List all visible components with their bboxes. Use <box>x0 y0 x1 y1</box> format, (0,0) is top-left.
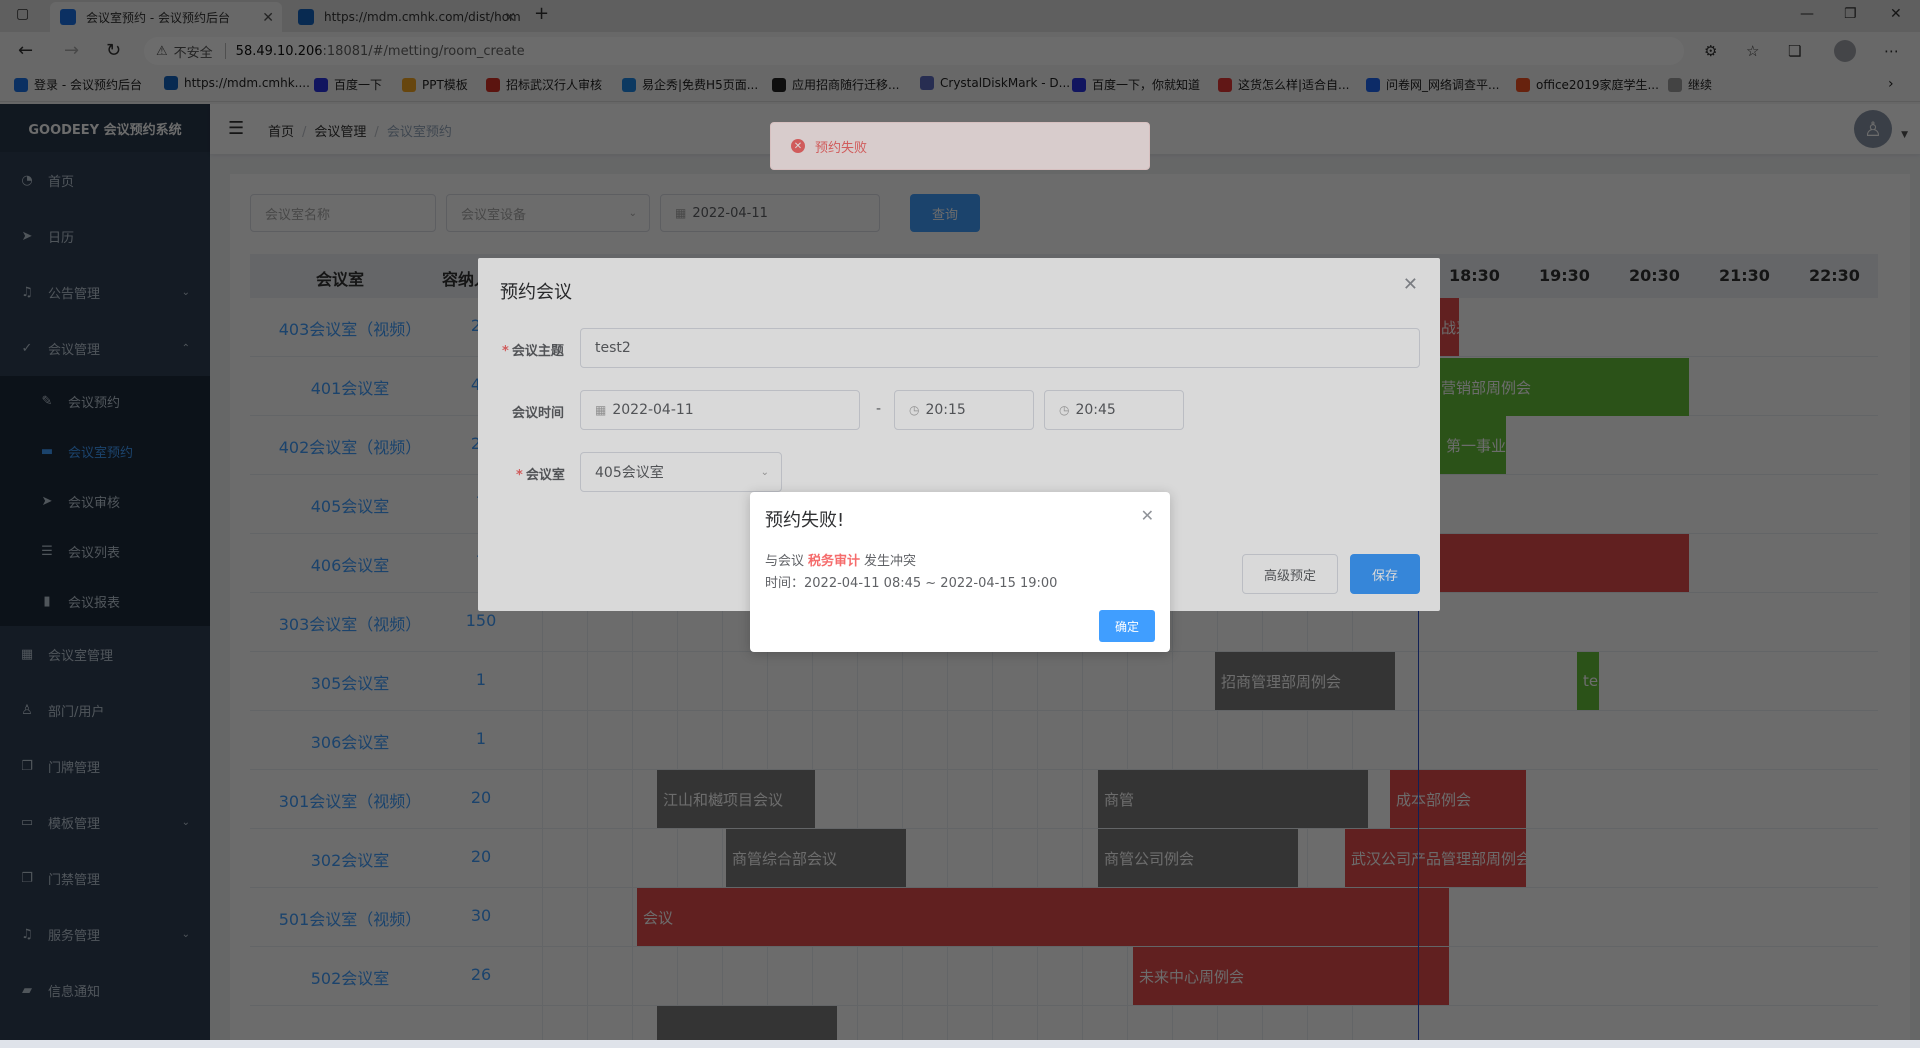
conflict-alert-dialog: 预约失败! ✕ 与会议 税务审计 发生冲突 时间：2022-04-11 08:45 … <box>750 492 1170 652</box>
confirm-button[interactable]: 确定 <box>1099 610 1155 642</box>
alert-title: 预约失败! <box>765 510 845 531</box>
alert-time-text: 时间：2022-04-11 08:45 ~ 2022-04-15 19:00 <box>765 576 1058 591</box>
modal-overlay: 预约会议 ✕ * 会议主题 test2 会议时间 ▦ 2022-04-11 - ◷ 2… <box>0 0 1920 1048</box>
conflict-meeting-name: 税务审计 <box>808 554 861 569</box>
alert-conflict-text: 与会议 税务审计 发生冲突 <box>765 550 916 569</box>
close-icon[interactable]: ✕ <box>1141 506 1154 525</box>
alert-prefix: 与会议 <box>765 554 805 569</box>
taskbar-strip <box>0 1040 1920 1048</box>
alert-overlay: 预约失败! ✕ 与会议 税务审计 发生冲突 时间：2022-04-11 08:45 … <box>0 0 1920 1048</box>
alert-suffix: 发生冲突 <box>864 554 917 569</box>
